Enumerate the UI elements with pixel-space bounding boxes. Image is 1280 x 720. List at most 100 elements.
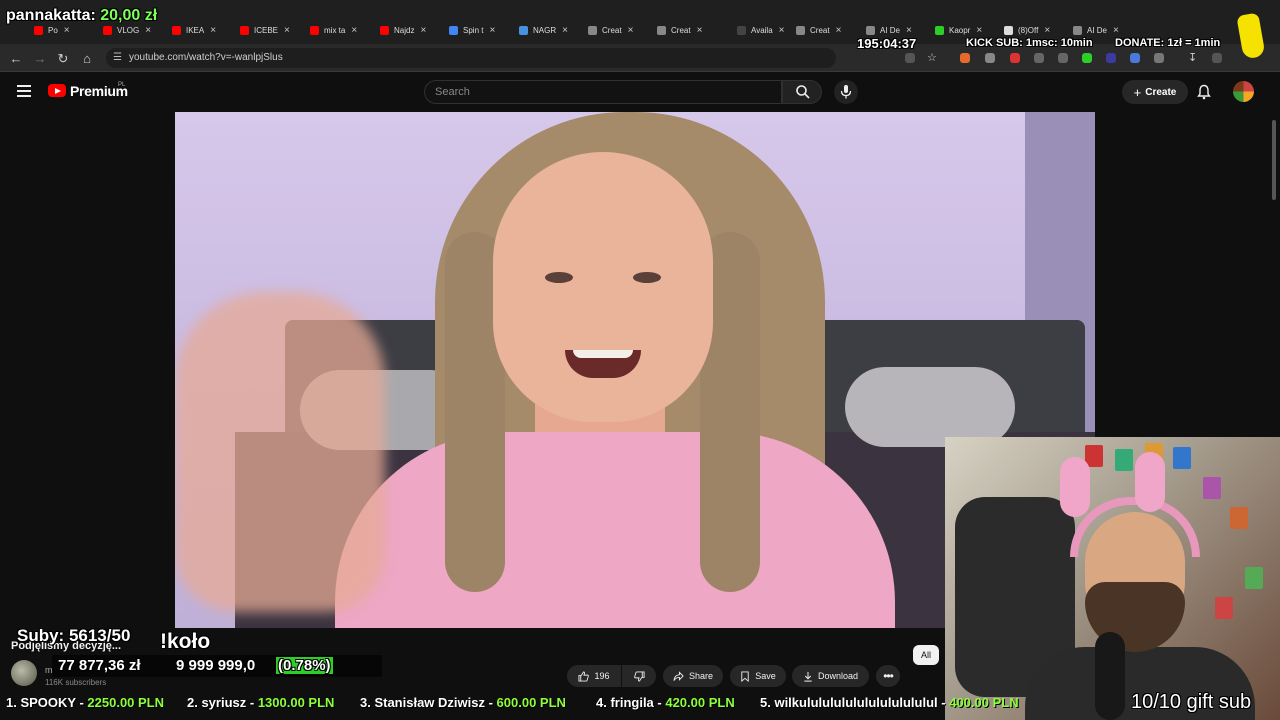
extension-icon[interactable] — [1106, 53, 1116, 63]
chip-all[interactable]: All — [913, 645, 939, 665]
region-code: PL — [118, 82, 126, 88]
tab-label: VLOG — [117, 25, 140, 35]
puzzle-icon[interactable] — [1154, 53, 1164, 63]
waving-hand — [175, 292, 385, 612]
eye — [633, 272, 661, 283]
install-icon[interactable] — [905, 53, 915, 63]
close-tab-icon[interactable]: × — [628, 25, 634, 36]
tab-label: Po — [48, 25, 58, 35]
download-button[interactable]: Download — [792, 665, 869, 687]
like-button[interactable]: 196 — [567, 665, 621, 687]
close-tab-icon[interactable]: × — [906, 25, 912, 36]
poster — [1173, 447, 1191, 469]
donor-name: pannakatta: — [6, 7, 96, 24]
top-donor-entry: 1. SPOOKY - 2250.00 PLN — [6, 695, 164, 710]
download-icon[interactable]: ↧ — [1188, 51, 1198, 64]
tab-favicon-icon — [449, 25, 458, 35]
voice-search-button[interactable] — [834, 80, 858, 104]
tab-label: AI De — [880, 25, 901, 35]
donor-amount: 2250.00 PLN — [87, 695, 165, 710]
close-tab-icon[interactable]: × — [351, 25, 357, 36]
youtube-header: Premium PL Search + Create — [0, 72, 1280, 112]
address-bar[interactable]: ☰ youtube.com/watch?v=-wanlpjSlus — [106, 48, 836, 68]
browser-tab[interactable]: mix ta × — [310, 22, 357, 38]
star-icon[interactable]: ☆ — [927, 51, 937, 64]
browser-tab[interactable]: IKEA × — [172, 22, 216, 38]
browser-tab[interactable]: ICEBE × — [240, 22, 290, 38]
sub-counter: Suby: 5613/50 — [17, 626, 131, 645]
share-icon — [673, 670, 684, 681]
tab-favicon-icon — [310, 25, 319, 35]
close-tab-icon[interactable]: × — [697, 25, 703, 36]
youtube-logo-icon[interactable] — [48, 84, 66, 97]
extension-icon[interactable] — [1010, 53, 1020, 63]
browser-tab[interactable]: NAGR × — [519, 22, 568, 38]
menu-icon[interactable] — [17, 85, 31, 100]
more-actions-button[interactable]: ••• — [876, 665, 900, 687]
bell-icon[interactable] — [1196, 84, 1212, 100]
browser-tab[interactable]: Creat × — [657, 22, 702, 38]
download-icon — [804, 671, 812, 682]
tab-label: mix ta — [324, 25, 346, 35]
tab-label: IKEA — [186, 25, 205, 35]
close-tab-icon[interactable]: × — [779, 25, 785, 36]
browser-tab[interactable]: Availa × — [737, 22, 785, 38]
top-donors-ticker: 1. SPOOKY - 2250.00 PLN 2. syriusz - 1300… — [0, 692, 1280, 716]
donor-rank-name: 2. syriusz - — [187, 695, 258, 710]
page-scrollbar[interactable] — [1272, 120, 1276, 200]
browser-tab[interactable]: Spin t × — [449, 22, 495, 38]
close-tab-icon[interactable]: × — [562, 25, 568, 36]
close-tab-icon[interactable]: × — [420, 25, 426, 36]
close-tab-icon[interactable]: × — [836, 25, 842, 36]
sidebar-icon[interactable] — [1212, 53, 1222, 63]
create-label: Create — [1145, 86, 1177, 98]
plus-icon: + — [1133, 84, 1142, 100]
close-tab-icon[interactable]: × — [64, 25, 70, 36]
save-button[interactable]: Save — [730, 665, 786, 687]
tab-favicon-icon — [519, 25, 528, 35]
browser-tab[interactable]: AI De × — [1073, 22, 1119, 38]
create-button[interactable]: + Create — [1122, 80, 1188, 104]
close-tab-icon[interactable]: × — [145, 25, 151, 36]
dislike-button[interactable] — [622, 665, 656, 687]
tab-favicon-icon — [103, 25, 112, 35]
bunny-ear — [1135, 452, 1165, 512]
close-tab-icon[interactable]: × — [489, 25, 495, 36]
poster — [1115, 449, 1133, 471]
browser-tab[interactable]: Najdz × — [380, 22, 426, 38]
close-tab-icon[interactable]: × — [976, 25, 982, 36]
bookmark-icon — [741, 670, 749, 682]
browser-tab[interactable]: (8)Off × — [1004, 22, 1050, 38]
extension-icon[interactable] — [1130, 53, 1140, 63]
extension-icon[interactable] — [985, 53, 995, 63]
back-icon[interactable]: ← — [9, 51, 23, 66]
search-button[interactable] — [782, 80, 822, 104]
microphone-icon — [840, 85, 852, 99]
account-avatar[interactable] — [1233, 81, 1254, 102]
top-donor-entry: 4. fringila - 420.00 PLN — [596, 695, 735, 710]
browser-tab[interactable]: Kaopr × — [935, 22, 982, 38]
reload-icon[interactable]: ↻ — [56, 51, 70, 67]
poster — [1203, 477, 1221, 499]
close-tab-icon[interactable]: × — [1044, 25, 1050, 36]
channel-avatar[interactable] — [11, 660, 37, 686]
home-icon[interactable]: ⌂ — [80, 51, 94, 66]
download-label: Download — [817, 671, 859, 681]
browser-tab[interactable]: Creat × — [796, 22, 841, 38]
wheel-command: !koło — [160, 630, 211, 653]
extension-icon[interactable] — [1058, 53, 1068, 63]
close-tab-icon[interactable]: × — [1113, 25, 1119, 36]
forward-icon[interactable]: → — [33, 51, 47, 66]
search-input[interactable]: Search — [424, 80, 782, 104]
share-button[interactable]: Share — [663, 665, 723, 687]
site-settings-icon[interactable]: ☰ — [113, 48, 122, 68]
extension-icon[interactable] — [1082, 53, 1092, 63]
extension-icon[interactable] — [960, 53, 970, 63]
mouth — [565, 350, 641, 378]
close-tab-icon[interactable]: × — [284, 25, 290, 36]
tab-favicon-icon — [588, 25, 597, 35]
close-tab-icon[interactable]: × — [210, 25, 216, 36]
bunny-ear — [1060, 457, 1090, 517]
extension-icon[interactable] — [1034, 53, 1044, 63]
browser-tab[interactable]: Creat × — [588, 22, 633, 38]
